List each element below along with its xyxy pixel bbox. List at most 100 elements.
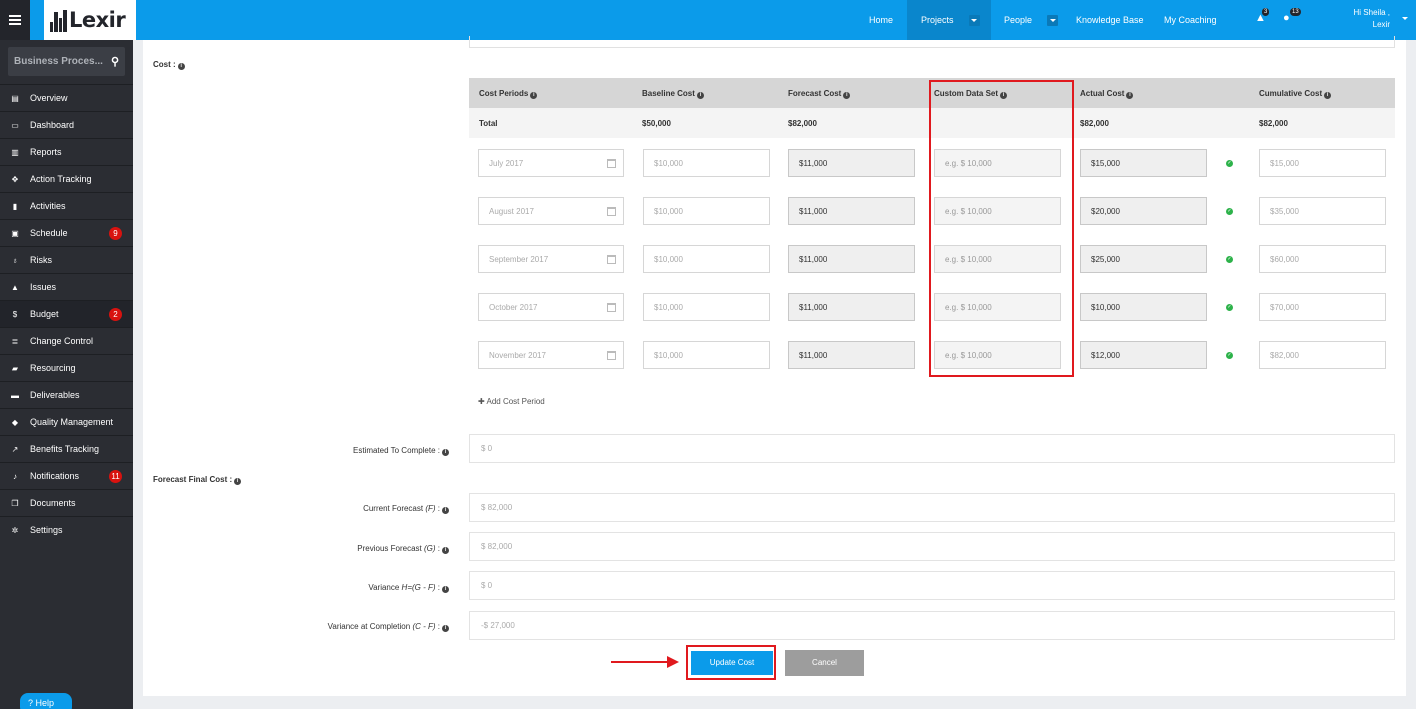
check-icon: ✓ [1226,352,1233,359]
variance-field[interactable]: $ 0 [469,571,1395,600]
forecast-cost-input[interactable]: $11,000 [788,341,915,369]
cumulative-cost-input[interactable]: $82,000 [1259,341,1386,369]
help-button[interactable]: ? Help [20,693,72,709]
sidebar-item-budget[interactable]: $ Budget 2 [0,300,133,327]
sidebar: Business Proces... ⚲ ▤ Overview ▭ Dashboard… [0,40,133,709]
search-icon[interactable]: ⚲ [105,55,125,68]
pointer-arrow-line [611,661,669,663]
sidebar-item-action-tracking[interactable]: ✥ Action Tracking [0,165,133,192]
sidebar-item-issues[interactable]: ▲ Issues [0,273,133,300]
sidebar-item-label: Issues [30,282,57,292]
check-icon: ✓ [1226,256,1233,263]
baseline-cost-input[interactable]: $10,000 [643,149,770,177]
list-icon: ≣ [11,336,19,346]
sidebar-item-dashboard[interactable]: ▭ Dashboard [0,111,133,138]
cumulative-cost-input[interactable]: $60,000 [1259,245,1386,273]
nav-people[interactable]: People [991,0,1069,40]
current-forecast-field[interactable]: $ 82,000 [469,493,1395,522]
calendar-icon[interactable] [607,255,616,264]
info-icon[interactable]: i [442,625,449,632]
sidebar-item-reports[interactable]: ▥ Reports [0,138,133,165]
sidebar-item-settings[interactable]: ✲ Settings [0,516,133,543]
update-cost-button[interactable]: Update Cost [691,651,773,675]
calendar-icon[interactable] [607,159,616,168]
period-picker[interactable]: November 2017 [478,341,624,369]
sidebar-item-benefits-tracking[interactable]: ↗ Benefits Tracking [0,435,133,462]
user-menu-caret-icon[interactable] [1402,17,1408,20]
people-dropdown-icon[interactable] [1047,14,1059,26]
sidebar-item-deliverables[interactable]: ▬ Deliverables [0,381,133,408]
calendar-icon[interactable] [607,207,616,216]
nav-projects[interactable]: Projects [907,0,991,40]
info-icon[interactable]: i [442,449,449,456]
sidebar-item-risks[interactable]: ♁ Risks [0,246,133,273]
baseline-cost-input[interactable]: $10,000 [643,197,770,225]
forecast-cost-input[interactable]: $11,000 [788,293,915,321]
etc-field[interactable]: $ 0 [469,434,1395,463]
sidebar-item-documents[interactable]: ❐ Documents [0,489,133,516]
baseline-cost-input[interactable]: $10,000 [643,245,770,273]
info-icon[interactable]: i [177,63,185,70]
info-icon[interactable]: i [442,507,449,514]
info-icon[interactable]: i [530,92,538,99]
search-input[interactable]: Business Proces... [14,56,105,67]
period-picker[interactable]: July 2017 [478,149,624,177]
calendar-icon[interactable] [607,351,616,360]
actual-cost-input[interactable]: $25,000 [1080,245,1207,273]
forecast-cost-input[interactable]: $11,000 [788,149,915,177]
period-picker[interactable]: September 2017 [478,245,624,273]
hamburger-menu-icon[interactable] [0,0,30,40]
cumulative-cost-input[interactable]: $70,000 [1259,293,1386,321]
sidebar-item-schedule[interactable]: ▣ Schedule 9 [0,219,133,246]
count-badge: 2 [109,308,122,321]
main-content: Cost :i Cost Periods i Baseline Cost i For… [143,36,1406,696]
info-icon[interactable]: i [442,547,449,554]
sidebar-item-resourcing[interactable]: ▰ Resourcing [0,354,133,381]
forecast-cost-input[interactable]: $11,000 [788,197,915,225]
actual-cost-input-value: $12,000 [1091,350,1120,360]
actual-cost-input[interactable]: $12,000 [1080,341,1207,369]
actual-cost-input[interactable]: $10,000 [1080,293,1207,321]
updates-icon[interactable]: ● 13 [1283,8,1301,26]
projects-dropdown-icon[interactable] [968,14,980,26]
actual-cost-input[interactable]: $15,000 [1080,149,1207,177]
add-cost-period-link[interactable]: ✚ Add Cost Period [478,397,545,406]
logo[interactable]: Lexir [44,0,136,40]
col-cumulative-cost: Cumulative Cost i [1259,89,1332,99]
period-picker[interactable]: August 2017 [478,197,624,225]
nav-knowledge-base[interactable]: Knowledge Base [1069,0,1159,40]
previous-field-bottom[interactable] [469,36,1395,48]
info-icon[interactable]: i [1324,92,1332,99]
nav-home[interactable]: Home [855,0,907,40]
sidebar-item-activities[interactable]: ▮ Activities [0,192,133,219]
forecast-cost-input[interactable]: $11,000 [788,245,915,273]
baseline-cost-input[interactable]: $10,000 [643,341,770,369]
alerts-icon[interactable]: ▲ 3 [1255,8,1270,26]
sidebar-item-notifications[interactable]: ♪ Notifications 11 [0,462,133,489]
variance-at-completion-field[interactable]: -$ 27,000 [469,611,1395,640]
sidebar-search[interactable]: Business Proces... ⚲ [8,47,125,76]
info-icon[interactable]: i [234,478,242,485]
sidebar-item-overview[interactable]: ▤ Overview [0,84,133,111]
cancel-button[interactable]: Cancel [785,650,864,676]
documents-icon: ❐ [11,498,19,508]
baseline-cost-input[interactable]: $10,000 [643,293,770,321]
previous-forecast-field[interactable]: $ 82,000 [469,532,1395,561]
calendar-icon[interactable] [607,303,616,312]
cumulative-cost-input[interactable]: $35,000 [1259,197,1386,225]
user-greeting[interactable]: Hi Sheila , Lexir [1354,7,1390,31]
cumulative-cost-input[interactable]: $15,000 [1259,149,1386,177]
info-icon[interactable]: i [843,92,851,99]
cost-section-label: Cost :i [153,60,185,70]
actual-cost-input[interactable]: $20,000 [1080,197,1207,225]
info-icon[interactable]: i [1126,92,1134,99]
period-picker[interactable]: October 2017 [478,293,624,321]
bar-chart-icon: ▥ [11,147,19,157]
sidebar-item-change-control[interactable]: ≣ Change Control [0,327,133,354]
nav-my-coaching[interactable]: My Coaching [1159,0,1229,40]
variance-label: Variance H=(G - F) :i [368,583,449,593]
info-icon[interactable]: i [696,92,704,99]
sidebar-item-quality-management[interactable]: ◆ Quality Management [0,408,133,435]
greeting-name: Hi Sheila , [1353,8,1390,17]
info-icon[interactable]: i [442,586,449,593]
